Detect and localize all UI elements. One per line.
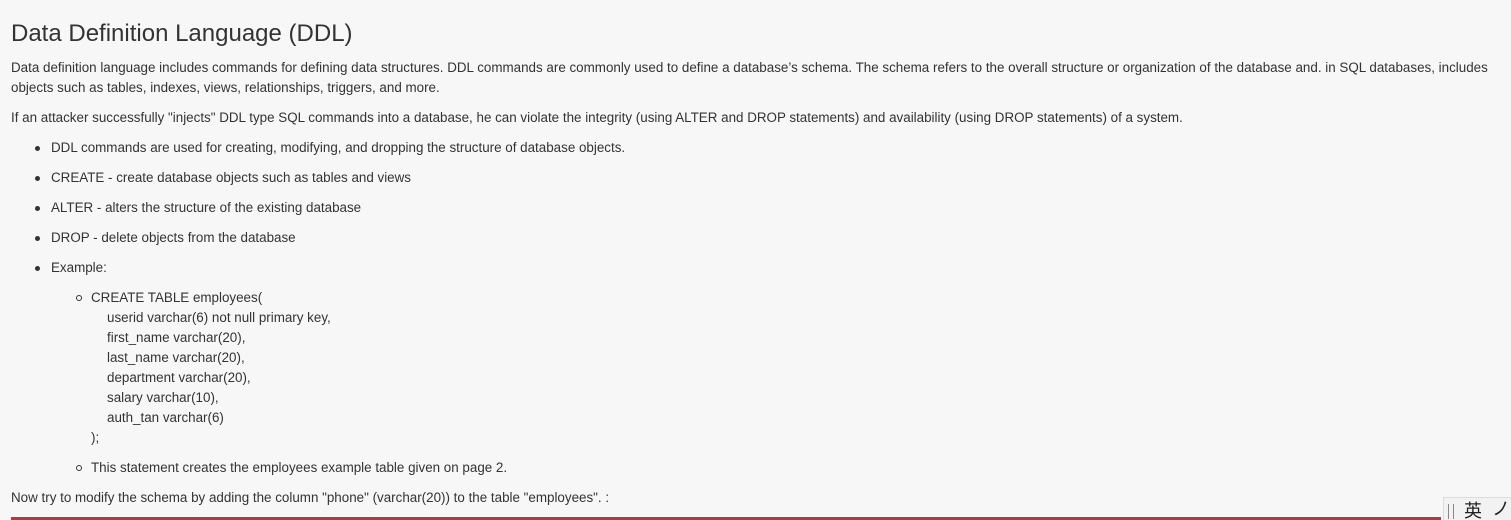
code-line: last_name varchar(20), [107, 350, 245, 365]
code-line: userid varchar(6) not null primary key, [107, 310, 331, 325]
intro-paragraph: Data definition language includes comman… [11, 60, 1488, 95]
list-item: Example: [11, 258, 625, 278]
ddl-bullet-list: DDL commands are used for creating, modi… [11, 138, 625, 288]
example-sublist: CREATE TABLE employees( userid varchar(6… [51, 288, 507, 478]
code-line: ); [91, 430, 100, 445]
list-item: DDL commands are used for creating, modi… [11, 138, 625, 158]
ime-toolbar[interactable]: 英 ノ [1443, 497, 1511, 520]
code-line: department varchar(20), [107, 370, 251, 385]
code-line: salary varchar(10), [107, 390, 219, 405]
list-item: DROP - delete objects from the database [11, 228, 625, 248]
attack-paragraph: If an attacker successfully "injects" DD… [11, 110, 1183, 125]
page-title: Data Definition Language (DDL) [11, 20, 353, 47]
ime-drag-handle[interactable] [1448, 504, 1454, 519]
ime-mode-toggle[interactable]: 英 [1464, 501, 1482, 520]
task-paragraph: Now try to modify the schema by adding t… [11, 490, 610, 505]
list-item: ALTER - alters the structure of the exis… [11, 198, 625, 218]
example-code-item: CREATE TABLE employees( userid varchar(6… [51, 288, 507, 448]
code-line: first_name varchar(20), [107, 330, 246, 345]
code-line: auth_tan varchar(6) [107, 410, 224, 425]
list-item: CREATE - create database objects such as… [11, 168, 625, 188]
example-note-item: This statement creates the employees exa… [51, 458, 507, 478]
ime-punctuation-toggle[interactable]: ノ [1492, 499, 1510, 520]
code-line: CREATE TABLE employees( [91, 290, 263, 305]
